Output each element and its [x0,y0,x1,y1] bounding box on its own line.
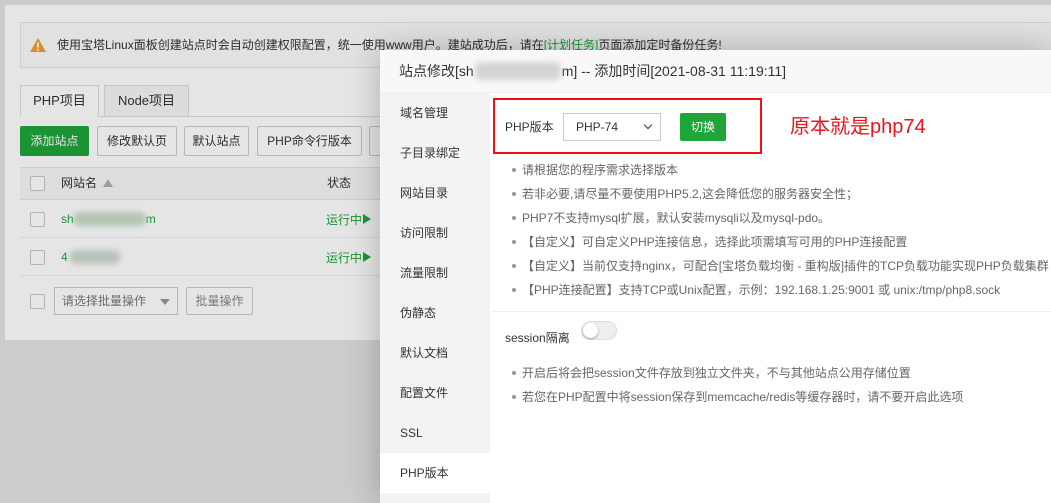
menu-item-ssl[interactable]: SSL [380,413,490,453]
php-version-select[interactable]: PHP-74 [563,113,661,141]
tip-text: 【自定义】可自定义PHP连接信息，选择此项需填写可用的PHP连接配置 [522,235,908,249]
bullet-icon [512,288,516,292]
annotation-note: 原本就是php74 [790,116,926,138]
menu-item-subdirectory[interactable]: 子目录绑定 [380,133,490,173]
bullet-icon [512,168,516,172]
tip-text: 开启后将会把session文件存放到独立文件夹，不与其他站点公用存储位置 [522,366,911,380]
session-isolation-label: session隔离 [505,331,570,345]
php-tips-list: 请根据您的程序需求选择版本 若非必要,请尽量不要使用PHP5.2,这会降低您的服… [512,158,1051,302]
chevron-down-icon [643,120,653,130]
tip-text: 若非必要,请尽量不要使用PHP5.2,这会降低您的服务器安全性； [522,187,859,201]
tip-item: 【自定义】当前仅支持nginx，可配合[宝塔负载均衡 - 重构版]插件的TCP负… [512,254,1051,278]
bullet-icon [512,395,516,399]
modal-title-suffix: m] -- 添加时间[2021-08-31 11:19:11] [561,63,787,79]
toggle-knob [583,323,598,338]
php-version-label: PHP版本 [505,120,554,134]
menu-item-site-directory[interactable]: 网站目录 [380,173,490,213]
menu-item-default-doc[interactable]: 默认文档 [380,333,490,373]
menu-item-php-version[interactable]: PHP版本 [380,453,490,493]
tip-item: 开启后将会把session文件存放到独立文件夹，不与其他站点公用存储位置 [512,361,1051,385]
switch-php-button[interactable]: 切换 [680,113,726,141]
modal-title: 站点修改[sh m] -- 添加时间[2021-08-31 11:19:11] [380,50,1051,93]
redacted-domain [474,62,561,80]
php-version-selected: PHP-74 [576,120,619,134]
tip-item: 请根据您的程序需求选择版本 [512,158,1051,182]
bullet-icon [512,216,516,220]
session-tips-list: 开启后将会把session文件存放到独立文件夹，不与其他站点公用存储位置 若您在… [512,361,1051,409]
menu-item-domain[interactable]: 域名管理 [380,93,490,133]
tip-text: PHP7不支持mysql扩展，默认安装mysqli以及mysql-pdo。 [522,211,831,225]
modal-side-menu: 域名管理 子目录绑定 网站目录 访问限制 流量限制 伪静态 默认文档 配置文件 … [380,93,490,503]
tip-item: 【PHP连接配置】支持TCP或Unix配置，示例：192.168.1.25:90… [512,278,1051,302]
menu-item-rewrite[interactable]: 伪静态 [380,293,490,333]
section-divider [493,311,1051,312]
tip-item: 若您在PHP配置中将session保存到memcache/redis等缓存器时，… [512,385,1051,409]
bullet-icon [512,240,516,244]
tip-text: 请根据您的程序需求选择版本 [522,163,679,177]
menu-item-traffic-limit[interactable]: 流量限制 [380,253,490,293]
tip-text: 【PHP连接配置】支持TCP或Unix配置，示例：192.168.1.25:90… [522,283,1001,297]
tip-text: 若您在PHP配置中将session保存到memcache/redis等缓存器时，… [522,390,964,404]
bullet-icon [512,264,516,268]
modal-title-prefix: 站点修改[sh [399,63,474,79]
menu-item-config-file[interactable]: 配置文件 [380,373,490,413]
session-isolation-toggle[interactable] [581,321,617,340]
bullet-icon [512,192,516,196]
tip-item: 【自定义】可自定义PHP连接信息，选择此项需填写可用的PHP连接配置 [512,230,1051,254]
bullet-icon [512,371,516,375]
tip-item: PHP7不支持mysql扩展，默认安装mysqli以及mysql-pdo。 [512,206,1051,230]
menu-item-access-limit[interactable]: 访问限制 [380,213,490,253]
tip-item: 若非必要,请尽量不要使用PHP5.2,这会降低您的服务器安全性； [512,182,1051,206]
site-edit-modal: 站点修改[sh m] -- 添加时间[2021-08-31 11:19:11] 域… [380,50,1051,503]
tip-text: 【自定义】当前仅支持nginx，可配合[宝塔负载均衡 - 重构版]插件的TCP负… [522,259,1049,273]
